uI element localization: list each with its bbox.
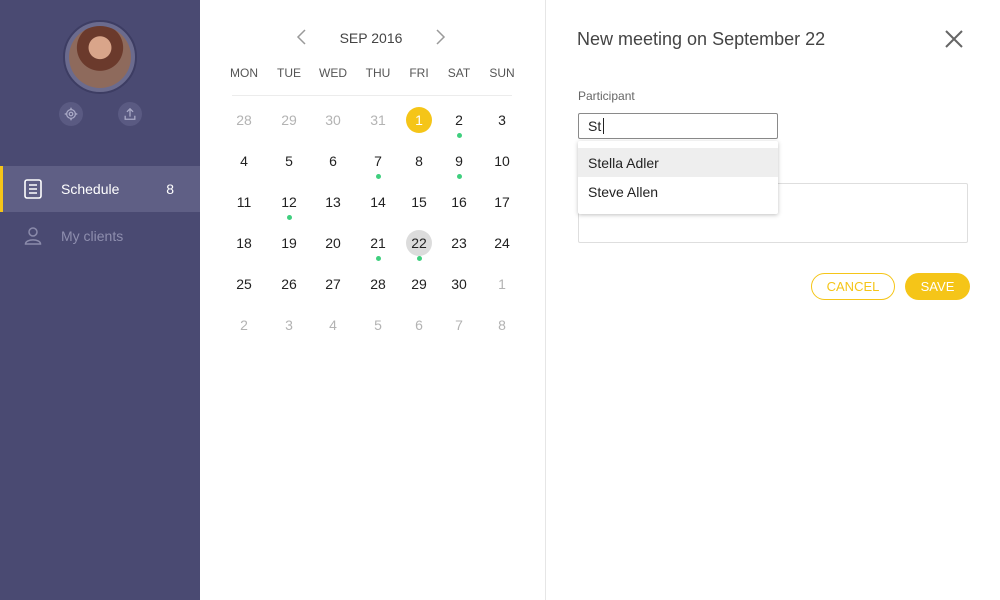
next-month-arrow-icon[interactable] (431, 28, 449, 46)
upload-button[interactable] (118, 102, 142, 126)
weekday-header: SUN (489, 66, 515, 80)
text-caret (603, 118, 604, 134)
settings-button[interactable] (59, 102, 83, 126)
calendar-day[interactable]: 18 (231, 230, 257, 256)
calendar-day[interactable]: 19 (276, 230, 302, 256)
calendar-day[interactable]: 25 (231, 271, 257, 297)
calendar-day[interactable]: 29 (276, 107, 302, 133)
meeting-title: New meeting on September 22 (577, 29, 826, 49)
calendar-day[interactable]: 1 (489, 271, 515, 297)
participant-suggestions: Stella Adler Steve Allen (578, 141, 778, 214)
calendar-day[interactable]: 4 (231, 148, 257, 174)
participant-label: Participant (578, 89, 635, 103)
calendar-day[interactable]: 8 (406, 148, 432, 174)
calendar-day[interactable]: 2 (446, 107, 472, 133)
calendar-day[interactable]: 28 (231, 107, 257, 133)
participant-input[interactable] (578, 113, 778, 139)
cancel-button[interactable]: CANCEL (811, 273, 895, 300)
calendar-day[interactable]: 14 (365, 189, 391, 215)
calendar-day[interactable]: 28 (365, 271, 391, 297)
calendar-day[interactable]: 3 (489, 107, 515, 133)
calendar-day[interactable]: 11 (231, 189, 257, 215)
event-indicator-dot (416, 256, 422, 261)
calendar-day[interactable]: 13 (320, 189, 346, 215)
sidebar-item-label: Schedule (61, 181, 120, 197)
gear-icon (64, 107, 78, 121)
calendar-day[interactable]: 9 (446, 148, 472, 174)
event-indicator-dot (456, 174, 462, 179)
calendar-day[interactable]: 16 (446, 189, 472, 215)
calendar-divider (232, 95, 512, 96)
calendar-day[interactable]: 20 (320, 230, 346, 256)
calendar-day[interactable]: 7 (365, 148, 391, 174)
calendar-day[interactable]: 8 (489, 312, 515, 338)
sidebar: Schedule 8 My clients (0, 0, 200, 600)
weekday-header: THU (365, 66, 391, 80)
event-indicator-dot (286, 215, 292, 220)
calendar-day[interactable]: 5 (276, 148, 302, 174)
suggestion-item[interactable]: Stella Adler (578, 148, 778, 177)
upload-icon (124, 107, 136, 120)
calendar-day[interactable]: 29 (406, 271, 432, 297)
calendar-day[interactable]: 2 (231, 312, 257, 338)
calendar-day[interactable]: 4 (320, 312, 346, 338)
calendar-day[interactable]: 30 (320, 107, 346, 133)
event-indicator-dot (375, 256, 381, 261)
user-avatar[interactable] (63, 20, 137, 94)
event-indicator-dot (375, 174, 381, 179)
calendar-day[interactable]: 5 (365, 312, 391, 338)
calendar-day[interactable]: 6 (406, 312, 432, 338)
sidebar-item-my-clients[interactable]: My clients (0, 213, 200, 259)
weekday-header: MON (230, 66, 258, 80)
close-icon[interactable] (942, 27, 966, 51)
calendar-day[interactable]: 27 (320, 271, 346, 297)
suggestion-item[interactable]: Steve Allen (578, 177, 778, 206)
weekday-header: FRI (409, 66, 429, 80)
schedule-count-badge: 8 (166, 181, 174, 197)
document-icon (24, 179, 42, 199)
weekday-header: SAT (447, 66, 471, 80)
calendar-day[interactable]: 6 (320, 148, 346, 174)
calendar-day[interactable]: 31 (365, 107, 391, 133)
calendar-day[interactable]: 17 (489, 189, 515, 215)
weekday-header: TUE (277, 66, 301, 80)
calendar-day[interactable]: 12 (276, 189, 302, 215)
calendar-day[interactable]: 21 (365, 230, 391, 256)
calendar-day[interactable]: 30 (446, 271, 472, 297)
avatar-image (69, 26, 131, 88)
calendar-day[interactable]: 7 (446, 312, 472, 338)
calendar: SEP 2016 MON TUE WED THU FRI SAT SUN 28 29 30 31 1… (200, 0, 546, 600)
calendar-day[interactable]: 3 (276, 312, 302, 338)
calendar-day[interactable]: 24 (489, 230, 515, 256)
calendar-day-selected[interactable]: 22 (406, 230, 432, 256)
sidebar-item-label: My clients (61, 228, 124, 244)
save-button[interactable]: SAVE (905, 273, 970, 300)
calendar-day[interactable]: 15 (406, 189, 432, 215)
event-indicator-dot (456, 133, 462, 138)
weekday-header: WED (319, 66, 347, 80)
calendar-day[interactable]: 23 (446, 230, 472, 256)
calendar-day[interactable]: 26 (276, 271, 302, 297)
sidebar-item-schedule[interactable]: Schedule 8 (0, 166, 200, 212)
calendar-day-today[interactable]: 1 (406, 107, 432, 133)
calendar-day[interactable]: 10 (489, 148, 515, 174)
user-icon (24, 227, 42, 245)
month-title: SEP 2016 (339, 30, 403, 46)
